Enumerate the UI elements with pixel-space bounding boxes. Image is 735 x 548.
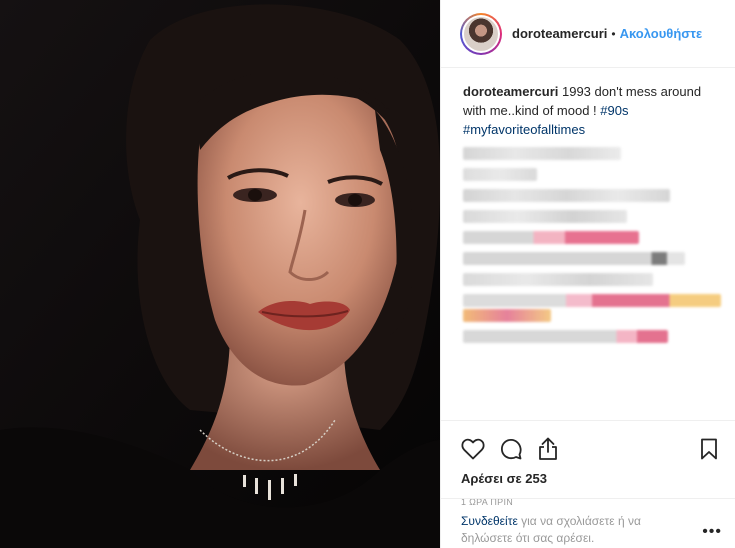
login-text: Συνδεθείτε για να σχολιάσετε ή να δηλώσε… [461, 513, 691, 548]
obscured-comment [463, 273, 653, 286]
obscured-comment [463, 330, 668, 343]
hashtag-90s[interactable]: #90s [600, 103, 628, 118]
heart-icon[interactable] [461, 429, 499, 469]
comments-section: doroteamercuri 1993 don't mess around wi… [441, 68, 735, 420]
follow-button[interactable]: Ακολουθήστε [620, 26, 703, 41]
action-icons [461, 429, 722, 469]
post-caption: doroteamercuri 1993 don't mess around wi… [463, 82, 721, 139]
post-photo[interactable] [0, 0, 440, 548]
avatar[interactable] [460, 12, 502, 55]
bookmark-icon[interactable] [700, 429, 722, 469]
post-header: doroteamercuri • Ακολουθήστε [441, 0, 735, 68]
obscured-comment [463, 252, 685, 265]
share-icon[interactable] [537, 429, 575, 469]
obscured-comment [463, 231, 639, 244]
more-options-icon[interactable]: ••• [702, 523, 722, 548]
login-prompt: Συνδεθείτε για να σχολιάσετε ή να δηλώσε… [441, 498, 735, 548]
separator-dot: • [611, 26, 616, 41]
post-actions: Αρέσει σε 253 1 ΩΡΑ ΠΡΙΝ [441, 420, 735, 507]
obscured-comment [463, 210, 627, 223]
likes-count[interactable]: Αρέσει σε 253 [461, 471, 722, 486]
obscured-comment [463, 147, 621, 160]
portrait-image [0, 0, 440, 548]
caption-username[interactable]: doroteamercuri [463, 84, 558, 99]
login-link[interactable]: Συνδεθείτε [461, 514, 518, 528]
obscured-comment [463, 168, 537, 181]
obscured-comment [463, 294, 721, 307]
hashtag-favorite[interactable]: #myfavoriteofalltimes [463, 122, 585, 137]
comment-icon[interactable] [499, 429, 537, 469]
obscured-comment [463, 309, 551, 322]
post-sidebar: doroteamercuri • Ακολουθήστε doroteamerc… [440, 0, 735, 548]
obscured-comment [463, 189, 670, 202]
header-username[interactable]: doroteamercuri [512, 26, 607, 41]
